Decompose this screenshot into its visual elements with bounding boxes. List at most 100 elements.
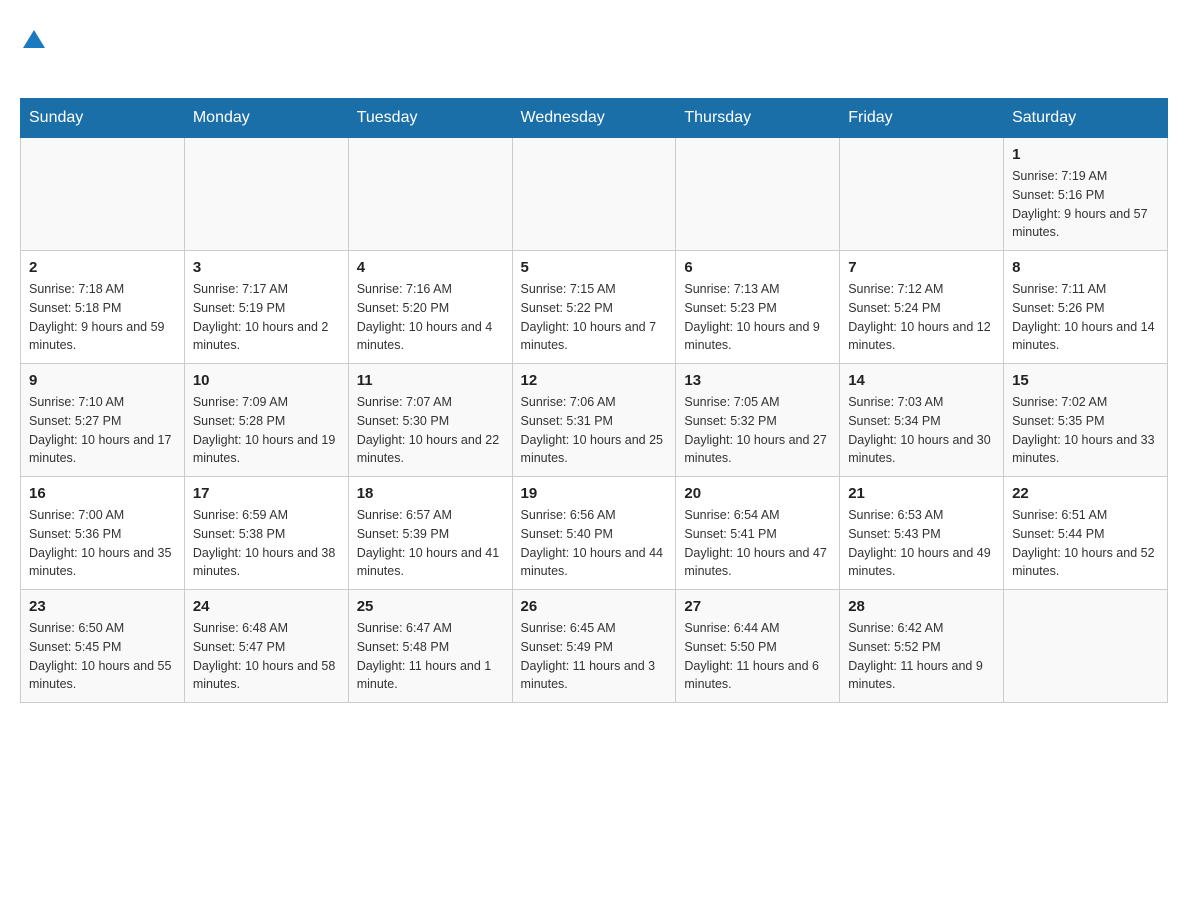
header-saturday: Saturday [1004,99,1168,138]
day-info: Sunrise: 6:51 AMSunset: 5:44 PMDaylight:… [1012,506,1159,581]
day-number: 23 [29,598,176,615]
day-number: 25 [357,598,504,615]
day-number: 4 [357,259,504,276]
day-number: 9 [29,372,176,389]
day-number: 16 [29,485,176,502]
day-cell-4-6 [1004,590,1168,703]
header-sunday: Sunday [21,99,185,138]
day-cell-2-6: 15Sunrise: 7:02 AMSunset: 5:35 PMDayligh… [1004,364,1168,477]
day-cell-0-2 [348,138,512,251]
day-info: Sunrise: 6:59 AMSunset: 5:38 PMDaylight:… [193,506,340,581]
day-info: Sunrise: 7:15 AMSunset: 5:22 PMDaylight:… [521,280,668,355]
day-cell-1-0: 2 Sunrise: 7:18 AMSunset: 5:18 PMDaylight… [21,251,185,364]
day-info: Sunrise: 6:56 AMSunset: 5:40 PMDaylight:… [521,506,668,581]
day-cell-0-0 [21,138,185,251]
day-number: 1 [1012,146,1159,163]
day-cell-0-4 [676,138,840,251]
day-info: Sunrise: 7:13 AMSunset: 5:23 PMDaylight:… [684,280,831,355]
day-number: 17 [193,485,340,502]
day-cell-3-1: 17 Sunrise: 6:59 AMSunset: 5:38 PMDayligh… [184,477,348,590]
logo-triangle-icon [23,28,45,55]
day-cell-2-3: 12 Sunrise: 7:06 AMSunset: 5:31 PMDayligh… [512,364,676,477]
day-info: Sunrise: 6:47 AMSunset: 5:48 PMDaylight:… [357,619,504,694]
day-cell-1-6: 8 Sunrise: 7:11 AMSunset: 5:26 PMDaylight… [1004,251,1168,364]
day-number: 14 [848,372,995,389]
day-info: Sunrise: 7:06 AMSunset: 5:31 PMDaylight:… [521,393,668,468]
day-cell-2-4: 13Sunrise: 7:05 AMSunset: 5:32 PMDayligh… [676,364,840,477]
header-wednesday: Wednesday [512,99,676,138]
day-info: Sunrise: 7:17 AMSunset: 5:19 PMDaylight:… [193,280,340,355]
day-number: 2 [29,259,176,276]
day-info: Sunrise: 7:19 AMSunset: 5:16 PMDaylight:… [1012,167,1159,242]
day-cell-1-2: 4 Sunrise: 7:16 AMSunset: 5:20 PMDaylight… [348,251,512,364]
day-cell-4-3: 26 Sunrise: 6:45 AMSunset: 5:49 PMDayligh… [512,590,676,703]
day-number: 5 [521,259,668,276]
day-number: 19 [521,485,668,502]
day-cell-4-0: 23 Sunrise: 6:50 AMSunset: 5:45 PMDayligh… [21,590,185,703]
day-cell-1-5: 7Sunrise: 7:12 AMSunset: 5:24 PMDaylight… [840,251,1004,364]
day-number: 24 [193,598,340,615]
day-cell-3-2: 18Sunrise: 6:57 AMSunset: 5:39 PMDayligh… [348,477,512,590]
day-cell-0-5 [840,138,1004,251]
day-number: 11 [357,372,504,389]
day-cell-4-2: 25 Sunrise: 6:47 AMSunset: 5:48 PMDayligh… [348,590,512,703]
day-number: 8 [1012,259,1159,276]
day-cell-1-1: 3 Sunrise: 7:17 AMSunset: 5:19 PMDaylight… [184,251,348,364]
calendar-table: SundayMondayTuesdayWednesdayThursdayFrid… [20,98,1168,703]
day-cell-4-4: 27Sunrise: 6:44 AMSunset: 5:50 PMDayligh… [676,590,840,703]
day-info: Sunrise: 6:54 AMSunset: 5:41 PMDaylight:… [684,506,831,581]
day-cell-1-4: 6 Sunrise: 7:13 AMSunset: 5:23 PMDaylight… [676,251,840,364]
week-row-4: 23 Sunrise: 6:50 AMSunset: 5:45 PMDayligh… [21,590,1168,703]
page-header [20,20,1168,88]
day-number: 28 [848,598,995,615]
calendar-header-row: SundayMondayTuesdayWednesdayThursdayFrid… [21,99,1168,138]
day-info: Sunrise: 6:45 AMSunset: 5:49 PMDaylight:… [521,619,668,694]
day-info: Sunrise: 6:44 AMSunset: 5:50 PMDaylight:… [684,619,831,694]
day-cell-3-6: 22 Sunrise: 6:51 AMSunset: 5:44 PMDayligh… [1004,477,1168,590]
day-cell-0-3 [512,138,676,251]
header-thursday: Thursday [676,99,840,138]
day-info: Sunrise: 7:10 AMSunset: 5:27 PMDaylight:… [29,393,176,468]
day-number: 12 [521,372,668,389]
day-cell-4-1: 24 Sunrise: 6:48 AMSunset: 5:47 PMDayligh… [184,590,348,703]
day-info: Sunrise: 7:11 AMSunset: 5:26 PMDaylight:… [1012,280,1159,355]
day-info: Sunrise: 6:50 AMSunset: 5:45 PMDaylight:… [29,619,176,694]
day-info: Sunrise: 6:57 AMSunset: 5:39 PMDaylight:… [357,506,504,581]
header-friday: Friday [840,99,1004,138]
logo-general-row [20,20,52,55]
day-info: Sunrise: 7:18 AMSunset: 5:18 PMDaylight:… [29,280,176,355]
day-info: Sunrise: 6:42 AMSunset: 5:52 PMDaylight:… [848,619,995,694]
day-cell-0-6: 1 Sunrise: 7:19 AMSunset: 5:16 PMDaylight… [1004,138,1168,251]
day-cell-2-0: 9 Sunrise: 7:10 AMSunset: 5:27 PMDaylight… [21,364,185,477]
day-cell-3-3: 19 Sunrise: 6:56 AMSunset: 5:40 PMDayligh… [512,477,676,590]
header-monday: Monday [184,99,348,138]
day-cell-2-2: 11 Sunrise: 7:07 AMSunset: 5:30 PMDayligh… [348,364,512,477]
day-number: 26 [521,598,668,615]
day-number: 22 [1012,485,1159,502]
week-row-1: 2 Sunrise: 7:18 AMSunset: 5:18 PMDaylight… [21,251,1168,364]
day-number: 10 [193,372,340,389]
day-info: Sunrise: 7:02 AMSunset: 5:35 PMDaylight:… [1012,393,1159,468]
day-info: Sunrise: 7:09 AMSunset: 5:28 PMDaylight:… [193,393,340,468]
day-info: Sunrise: 6:53 AMSunset: 5:43 PMDaylight:… [848,506,995,581]
week-row-3: 16Sunrise: 7:00 AMSunset: 5:36 PMDayligh… [21,477,1168,590]
day-info: Sunrise: 7:05 AMSunset: 5:32 PMDaylight:… [684,393,831,468]
day-info: Sunrise: 7:03 AMSunset: 5:34 PMDaylight:… [848,393,995,468]
header-tuesday: Tuesday [348,99,512,138]
day-cell-4-5: 28 Sunrise: 6:42 AMSunset: 5:52 PMDayligh… [840,590,1004,703]
day-number: 20 [684,485,831,502]
day-number: 21 [848,485,995,502]
day-cell-3-0: 16Sunrise: 7:00 AMSunset: 5:36 PMDayligh… [21,477,185,590]
day-info: Sunrise: 7:07 AMSunset: 5:30 PMDaylight:… [357,393,504,468]
day-info: Sunrise: 7:16 AMSunset: 5:20 PMDaylight:… [357,280,504,355]
day-number: 6 [684,259,831,276]
week-row-0: 1 Sunrise: 7:19 AMSunset: 5:16 PMDaylight… [21,138,1168,251]
day-number: 7 [848,259,995,276]
day-cell-3-4: 20 Sunrise: 6:54 AMSunset: 5:41 PMDayligh… [676,477,840,590]
day-number: 3 [193,259,340,276]
day-cell-0-1 [184,138,348,251]
day-cell-1-3: 5 Sunrise: 7:15 AMSunset: 5:22 PMDaylight… [512,251,676,364]
week-row-2: 9 Sunrise: 7:10 AMSunset: 5:27 PMDaylight… [21,364,1168,477]
logo [20,20,52,88]
day-info: Sunrise: 6:48 AMSunset: 5:47 PMDaylight:… [193,619,340,694]
